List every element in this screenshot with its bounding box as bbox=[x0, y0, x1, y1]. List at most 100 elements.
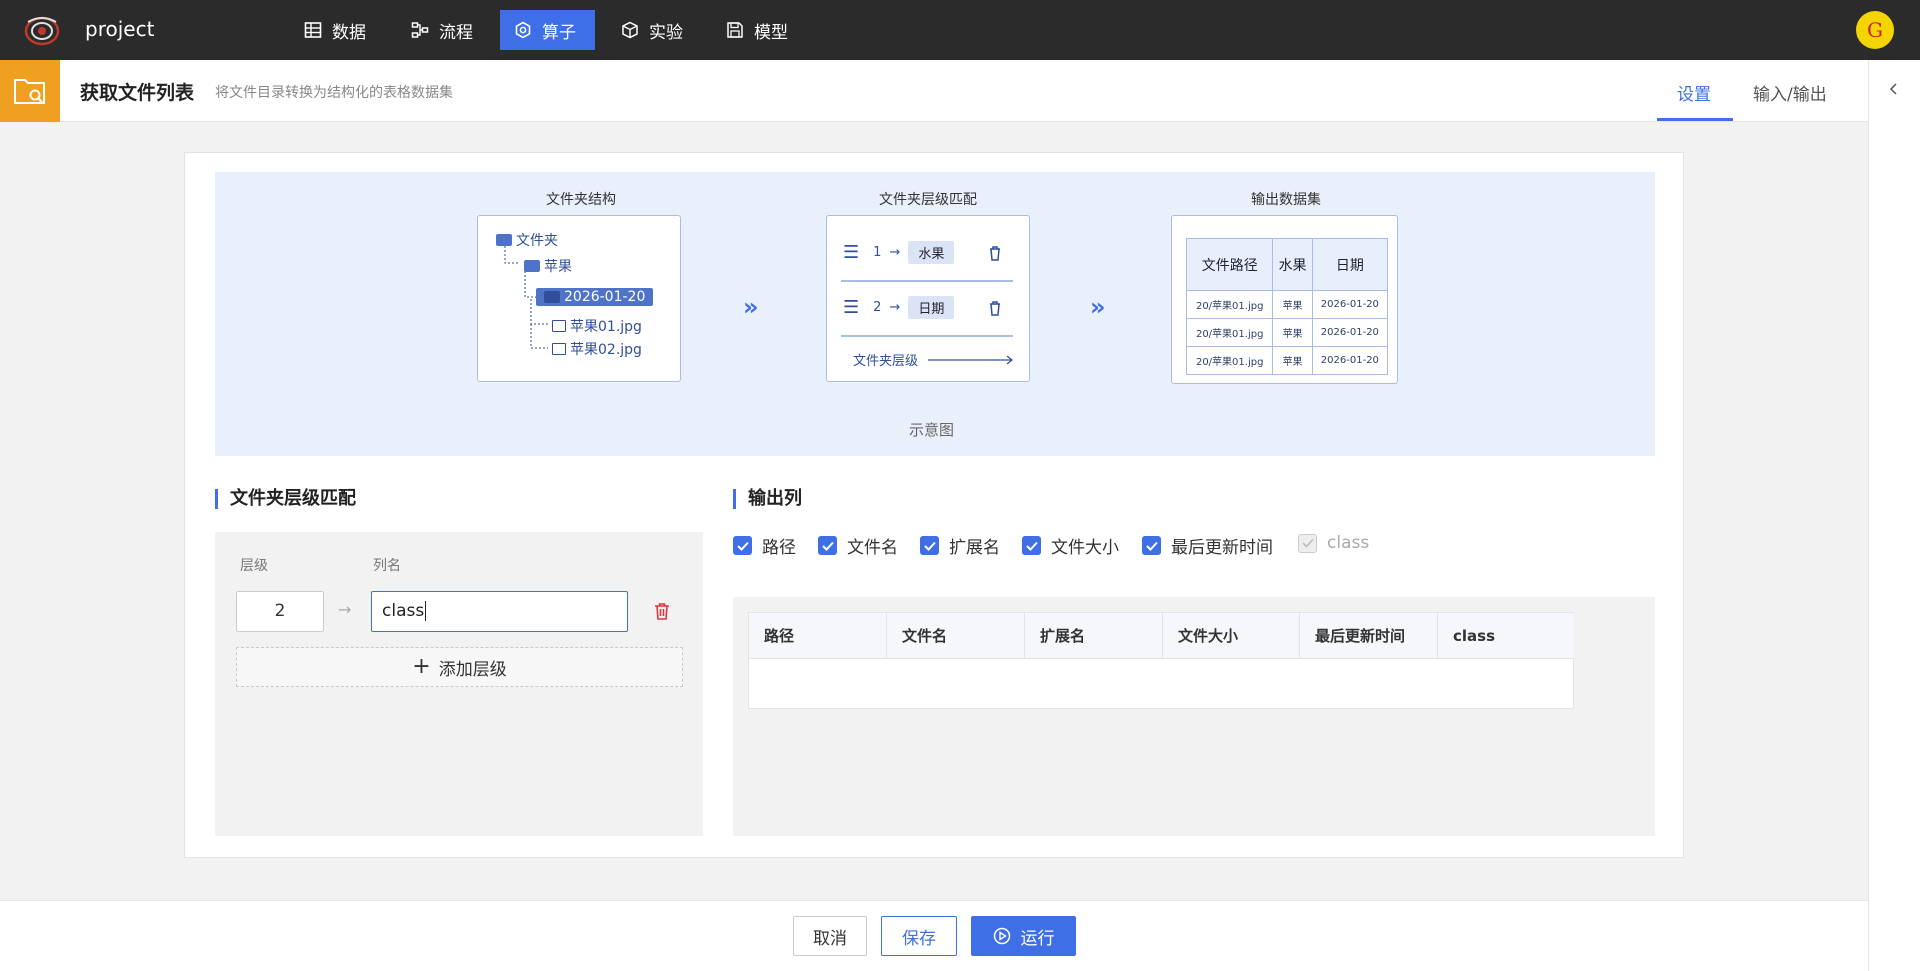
operator-header: 获取文件列表 将文件目录转换为结构化的表格数据集 设置 输入/输出 bbox=[0, 60, 1868, 122]
output-preview-table: 路径 文件名 扩展名 文件大小 最后更新时间 class bbox=[748, 612, 1574, 709]
mapping-footer-label: 文件夹层级 bbox=[853, 354, 919, 369]
table-header-cell: 文件大小 bbox=[1163, 613, 1300, 659]
trash-icon bbox=[990, 300, 1001, 316]
app-logo-icon[interactable] bbox=[22, 12, 62, 48]
cancel-button[interactable]: 取消 bbox=[793, 916, 867, 956]
nav-model[interactable]: 模型 bbox=[712, 10, 802, 50]
checkbox-filename[interactable]: 文件名 bbox=[818, 533, 898, 558]
checkbox-last-modified[interactable]: 最后更新时间 bbox=[1142, 533, 1273, 558]
add-level-button[interactable]: + 添加层级 bbox=[236, 647, 683, 687]
folder-structure-panel: 文件夹 苹果 2026-01-20 苹果01.jpg 苹果02.jpg bbox=[477, 215, 681, 382]
column-name-input[interactable]: class bbox=[371, 591, 628, 632]
checkbox-label: 扩展名 bbox=[949, 538, 1000, 558]
mapping-row-1: ☰ 1 → 水果 bbox=[843, 241, 1002, 264]
checkbox-path[interactable]: 路径 bbox=[733, 533, 796, 558]
mini-table-cell: 20/苹果01.jpg bbox=[1185, 318, 1274, 347]
checkbox-checked-icon bbox=[818, 536, 837, 555]
table-header-cell: class bbox=[1438, 613, 1574, 659]
nav-operator[interactable]: 算子 bbox=[500, 10, 595, 50]
checkbox-extension[interactable]: 扩展名 bbox=[920, 533, 1000, 558]
play-circle-icon bbox=[993, 927, 1010, 945]
mapping-divider bbox=[841, 280, 1013, 282]
chevron-left-icon[interactable] bbox=[1887, 82, 1901, 96]
mini-table-header: 文件路径 bbox=[1185, 238, 1274, 291]
mini-table-cell: 20/苹果01.jpg bbox=[1185, 346, 1274, 375]
tab-input-output[interactable]: 输入/输出 bbox=[1753, 80, 1827, 105]
diagram-title-folder-structure: 文件夹结构 bbox=[546, 192, 616, 208]
folder-search-icon bbox=[0, 60, 60, 122]
section-title-level-match: 文件夹层级匹配 bbox=[215, 489, 356, 509]
nav-data[interactable]: 数据 bbox=[290, 10, 380, 50]
flow-icon bbox=[411, 22, 429, 38]
double-chevron-right-icon: » bbox=[1090, 293, 1106, 321]
run-button[interactable]: 运行 bbox=[971, 916, 1076, 956]
nav-flow[interactable]: 流程 bbox=[397, 10, 487, 50]
diagram-caption: 示意图 bbox=[909, 421, 955, 439]
checkbox-class: class bbox=[1298, 533, 1369, 553]
checkbox-checked-icon bbox=[1142, 536, 1161, 555]
folder-icon bbox=[524, 260, 540, 272]
table-icon bbox=[304, 22, 322, 38]
user-avatar[interactable]: G bbox=[1856, 11, 1894, 49]
tree-node-label: 文件夹 bbox=[516, 233, 558, 249]
tree-node-apple: 苹果 bbox=[524, 256, 572, 276]
mapping-row-2: ☰ 2 → 日期 bbox=[843, 296, 1002, 319]
mapping-name: 日期 bbox=[908, 296, 955, 319]
arrow-right-icon: → bbox=[338, 600, 352, 619]
tree-node-label: 苹果02.jpg bbox=[570, 342, 642, 358]
mini-table-cell: 苹果 bbox=[1272, 318, 1313, 347]
nav-data-label: 数据 bbox=[332, 22, 366, 43]
section-title-output-columns: 输出列 bbox=[733, 489, 802, 509]
checkbox-label: class bbox=[1327, 533, 1370, 553]
mapping-level: 1 bbox=[873, 245, 882, 260]
level-match-panel: ☰ 1 → 水果 ☰ 2 → 日期 文件夹层级 bbox=[826, 215, 1030, 382]
mini-table-cell: 2026-01-20 bbox=[1311, 346, 1389, 375]
name-column-label: 列名 bbox=[373, 558, 401, 574]
project-name[interactable]: project bbox=[85, 17, 154, 41]
level-number-input[interactable]: 2 bbox=[236, 591, 324, 632]
table-header-cell: 扩展名 bbox=[1025, 613, 1163, 659]
drag-handle-icon: ☰ bbox=[843, 242, 860, 263]
mapping-name: 水果 bbox=[908, 241, 955, 264]
nav-operator-label: 算子 bbox=[542, 22, 576, 43]
tree-node-label: 苹果 bbox=[544, 259, 572, 275]
mapping-level: 2 bbox=[873, 300, 882, 315]
mapping-footer: 文件夹层级 bbox=[853, 350, 1014, 369]
image-icon bbox=[552, 343, 566, 355]
tree-node-root: 文件夹 bbox=[496, 230, 558, 250]
output-preview-mini-table: 文件路径 水果 日期 20/苹果01.jpg 苹果 2026-01-20 20/… bbox=[1185, 238, 1389, 375]
mini-table-cell: 2026-01-20 bbox=[1311, 290, 1389, 319]
mini-table-cell: 苹果 bbox=[1272, 346, 1313, 375]
diagram-title-level-match: 文件夹层级匹配 bbox=[879, 192, 977, 208]
tree-node-file1: 苹果01.jpg bbox=[552, 316, 642, 336]
level-column-label: 层级 bbox=[240, 558, 268, 574]
nav-flow-label: 流程 bbox=[439, 22, 473, 43]
delete-level-icon[interactable] bbox=[652, 601, 672, 621]
save-icon bbox=[727, 22, 743, 38]
checkbox-filesize[interactable]: 文件大小 bbox=[1022, 533, 1119, 558]
checkbox-label: 文件大小 bbox=[1051, 538, 1119, 558]
checkbox-label: 路径 bbox=[762, 538, 796, 558]
checkbox-checked-icon bbox=[920, 536, 939, 555]
tab-settings[interactable]: 设置 bbox=[1677, 80, 1711, 105]
arrow-right-icon: → bbox=[889, 300, 901, 315]
cube-icon bbox=[622, 21, 638, 39]
checkbox-disabled-icon bbox=[1298, 533, 1317, 553]
folder-icon bbox=[496, 234, 512, 246]
image-icon bbox=[552, 320, 566, 332]
save-button[interactable]: 保存 bbox=[881, 916, 957, 956]
nav-experiment[interactable]: 实验 bbox=[607, 10, 697, 50]
mini-table-cell: 20/苹果01.jpg bbox=[1185, 290, 1274, 319]
drag-handle-icon: ☰ bbox=[843, 297, 860, 318]
tree-node-date: 2026-01-20 bbox=[536, 288, 654, 306]
folder-icon bbox=[544, 291, 560, 303]
table-header-cell: 文件名 bbox=[887, 613, 1025, 659]
tree-node-file2: 苹果02.jpg bbox=[552, 339, 642, 359]
long-arrow-icon bbox=[928, 355, 1013, 364]
operator-title: 获取文件列表 bbox=[80, 82, 195, 104]
diagram-title-output-dataset: 输出数据集 bbox=[1251, 192, 1321, 208]
double-chevron-right-icon: » bbox=[743, 293, 759, 321]
mini-table-cell: 2026-01-20 bbox=[1311, 318, 1389, 347]
nav-experiment-label: 实验 bbox=[649, 22, 683, 43]
operator-description: 将文件目录转换为结构化的表格数据集 bbox=[215, 85, 453, 101]
